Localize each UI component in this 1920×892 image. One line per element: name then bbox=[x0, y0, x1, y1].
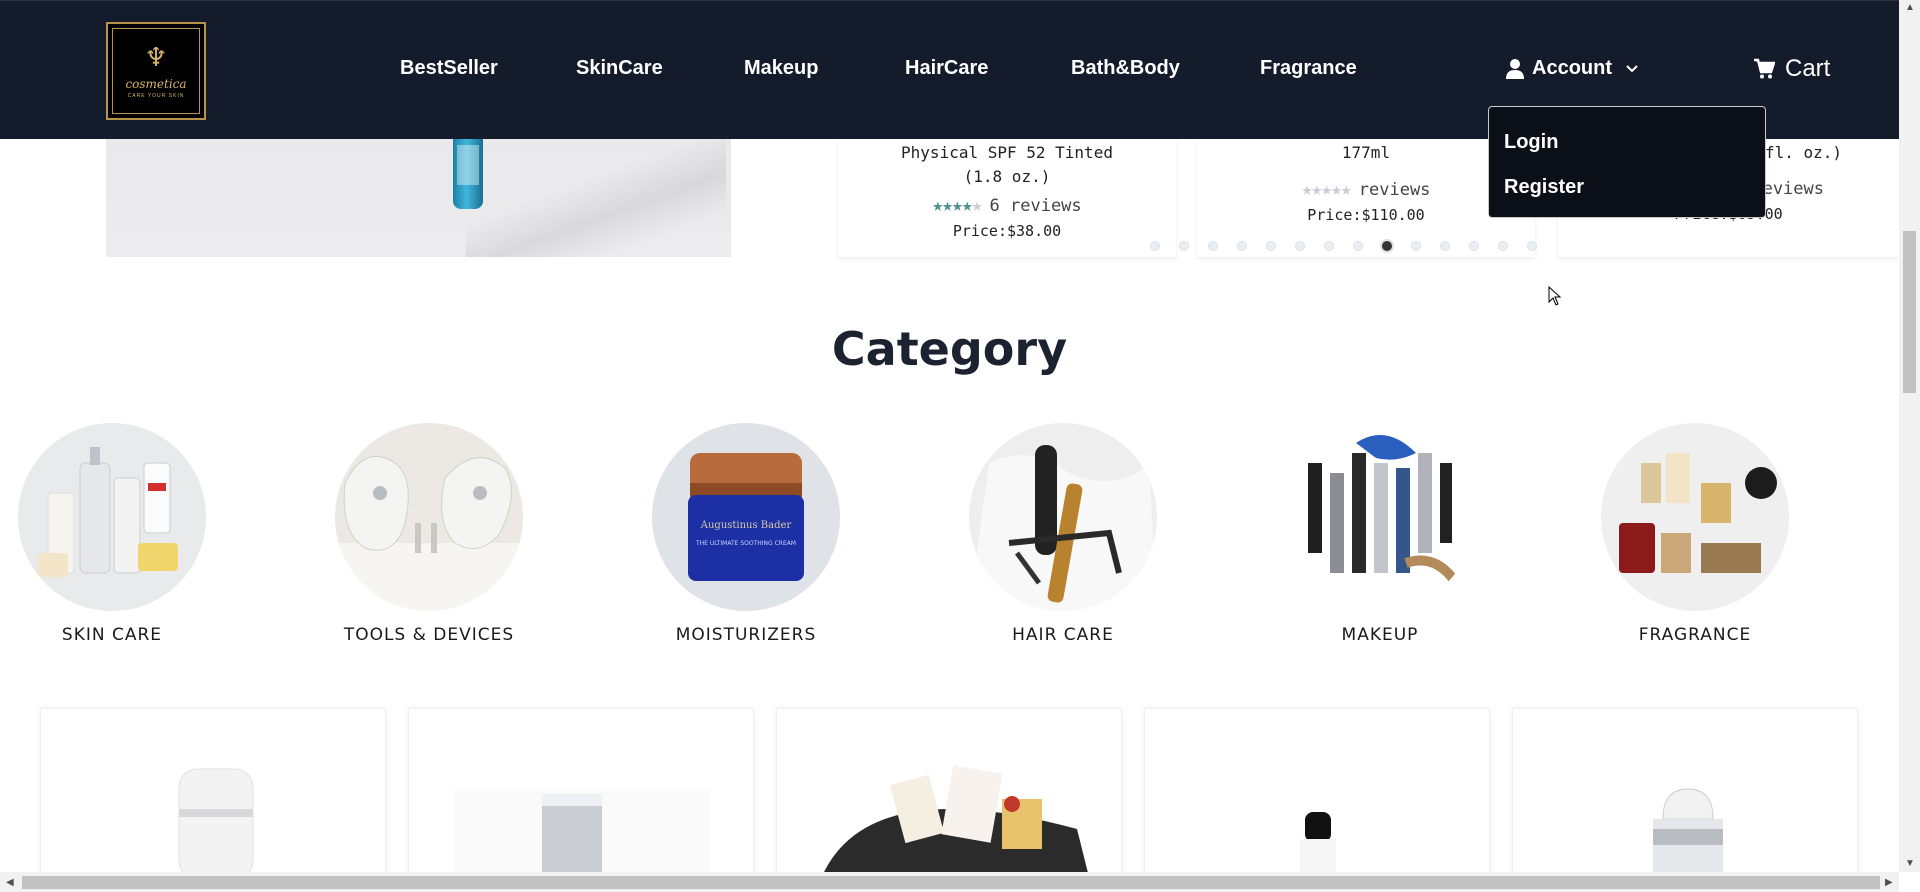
logo-wordmark: cosmetica bbox=[125, 77, 187, 91]
category-skin-care[interactable]: SKIN CARE bbox=[18, 423, 206, 645]
category-label: MOISTURIZERS bbox=[675, 625, 817, 645]
product-rating: ★★★★★ reviews bbox=[1197, 179, 1535, 200]
chevron-down-icon bbox=[1626, 64, 1638, 72]
product-price: Price:$110.00 bbox=[1307, 206, 1425, 224]
carousel-dot[interactable] bbox=[1353, 241, 1363, 251]
category-label: SKIN CARE bbox=[61, 625, 163, 645]
review-count: eviews bbox=[1762, 179, 1824, 199]
vertical-scrollbar-thumb[interactable] bbox=[1903, 231, 1916, 393]
account-label: Account bbox=[1532, 57, 1612, 79]
category-makeup[interactable]: MAKEUP bbox=[1286, 423, 1474, 645]
bottle-label bbox=[457, 145, 479, 185]
review-count: reviews bbox=[1358, 179, 1431, 200]
moisturizer-jar-image: Augustinus Bader THE ULTIMATE SOOTHING C… bbox=[688, 453, 804, 581]
review-count: 6 reviews bbox=[989, 195, 1082, 216]
carousel-dots bbox=[1150, 241, 1537, 251]
carousel-dot[interactable] bbox=[1498, 241, 1508, 251]
carousel-dot[interactable] bbox=[1469, 241, 1479, 251]
nav-link-skincare[interactable]: SkinCare bbox=[576, 57, 663, 80]
category-image-makeup bbox=[1286, 423, 1474, 611]
logo-tagline: CARE YOUR SKIN bbox=[127, 93, 185, 99]
product-image bbox=[814, 765, 1093, 892]
product-rating: ★★★★★ 6 reviews bbox=[838, 195, 1176, 216]
carousel-dot[interactable] bbox=[1266, 241, 1276, 251]
product-card[interactable] bbox=[40, 708, 386, 892]
product-image bbox=[178, 768, 254, 880]
mouse-cursor-icon bbox=[1548, 286, 1562, 306]
hero-banner-image[interactable] bbox=[106, 139, 731, 257]
dropdown-login[interactable]: Login bbox=[1504, 131, 1558, 154]
carousel-dot[interactable] bbox=[1179, 241, 1189, 251]
featured-product-card[interactable]: Physical SPF 52 Tinted (1.8 oz.) ★★★★★ 6… bbox=[838, 139, 1176, 257]
product-card[interactable] bbox=[1144, 708, 1490, 892]
category-image-hair-care bbox=[969, 423, 1157, 611]
cart-button[interactable]: Cart bbox=[1753, 55, 1830, 83]
brand-logo[interactable]: ♆ cosmetica CARE YOUR SKIN bbox=[106, 22, 206, 120]
category-fragrance[interactable]: FRAGRANCE bbox=[1601, 423, 1789, 645]
scroll-up-arrow-icon[interactable]: ▲ bbox=[1905, 2, 1915, 13]
category-moisturizers[interactable]: Augustinus Bader THE ULTIMATE SOOTHING C… bbox=[652, 423, 840, 645]
product-card[interactable] bbox=[776, 708, 1122, 892]
carousel-dot[interactable] bbox=[1208, 241, 1218, 251]
rating-stars-icon: ★★★★★ bbox=[932, 195, 982, 216]
carousel-dot[interactable] bbox=[1527, 241, 1537, 251]
product-price: Price:$38.00 bbox=[952, 222, 1062, 240]
carousel-dot[interactable] bbox=[1237, 241, 1247, 251]
mascara-image bbox=[1308, 435, 1461, 586]
scroll-right-arrow-icon[interactable]: ▶ bbox=[1885, 877, 1893, 888]
account-dropdown-menu: Login Register bbox=[1488, 106, 1766, 218]
nav-link-haircare[interactable]: HairCare bbox=[905, 57, 988, 80]
carousel-dot[interactable] bbox=[1324, 241, 1334, 251]
user-icon bbox=[1506, 58, 1524, 79]
carousel-dot[interactable] bbox=[1440, 241, 1450, 251]
carousel-dot[interactable] bbox=[1382, 241, 1392, 251]
cart-label: Cart bbox=[1785, 55, 1831, 82]
nav-link-bestseller[interactable]: BestSeller bbox=[400, 57, 498, 80]
category-label: TOOLS & DEVICES bbox=[343, 625, 515, 645]
product-name[interactable]: Physical SPF 52 Tinted (1.8 oz.) bbox=[838, 141, 1176, 189]
vertical-scrollbar[interactable] bbox=[1899, 0, 1920, 872]
scroll-left-arrow-icon[interactable]: ◀ bbox=[6, 877, 14, 888]
product-card[interactable] bbox=[408, 708, 754, 892]
product-card[interactable] bbox=[1512, 708, 1858, 892]
featured-product-card[interactable]: 177ml ★★★★★ reviews Price:$110.00 bbox=[1197, 139, 1535, 257]
product-image bbox=[454, 789, 710, 892]
dropdown-register[interactable]: Register bbox=[1504, 176, 1584, 199]
category-heading: Category bbox=[831, 322, 1068, 376]
nav-link-bath-body[interactable]: Bath&Body bbox=[1071, 57, 1180, 80]
cart-icon bbox=[1754, 58, 1775, 79]
category-image-fragrance bbox=[1601, 423, 1789, 611]
category-label: MAKEUP bbox=[1341, 625, 1419, 645]
product-name[interactable]: 177ml bbox=[1197, 141, 1535, 165]
category-label: FRAGRANCE bbox=[1638, 625, 1752, 645]
nav-link-fragrance[interactable]: Fragrance bbox=[1260, 57, 1357, 80]
category-tools-devices[interactable]: TOOLS & DEVICES bbox=[335, 423, 523, 645]
carousel-dot[interactable] bbox=[1150, 241, 1160, 251]
skincare-products-image bbox=[38, 447, 178, 577]
perfume-bottles-image bbox=[1619, 453, 1777, 573]
svg-text:Augustinus Bader: Augustinus Bader bbox=[700, 520, 792, 531]
account-menu-toggle[interactable]: Account bbox=[1506, 57, 1638, 80]
carousel-dot[interactable] bbox=[1411, 241, 1421, 251]
page: Physical SPF 52 Tinted (1.8 oz.) ★★★★★ 6… bbox=[0, 0, 1920, 892]
hero-shadow bbox=[466, 139, 726, 257]
logo-figure-icon: ♆ bbox=[144, 43, 168, 73]
svg-text:THE ULTIMATE SOOTHING CREAM: THE ULTIMATE SOOTHING CREAM bbox=[695, 540, 796, 547]
category-label: HAIR CARE bbox=[1012, 625, 1114, 645]
product-image bbox=[1653, 788, 1723, 892]
category-image-moisturizers: Augustinus Bader THE ULTIMATE SOOTHING C… bbox=[652, 423, 840, 611]
category-image-tools bbox=[335, 423, 523, 611]
product-image bbox=[1300, 812, 1336, 892]
devices-image bbox=[335, 455, 523, 611]
hair-tools-image bbox=[969, 445, 1157, 611]
rating-stars-icon: ★★★★★ bbox=[1301, 179, 1352, 200]
carousel-dot[interactable] bbox=[1295, 241, 1305, 251]
category-hair-care[interactable]: HAIR CARE bbox=[969, 423, 1157, 645]
nav-link-makeup[interactable]: Makeup bbox=[744, 57, 818, 80]
horizontal-scrollbar-thumb[interactable] bbox=[22, 876, 1880, 889]
category-image-skin-care bbox=[18, 423, 206, 611]
scroll-down-arrow-icon[interactable]: ▼ bbox=[1905, 858, 1915, 869]
